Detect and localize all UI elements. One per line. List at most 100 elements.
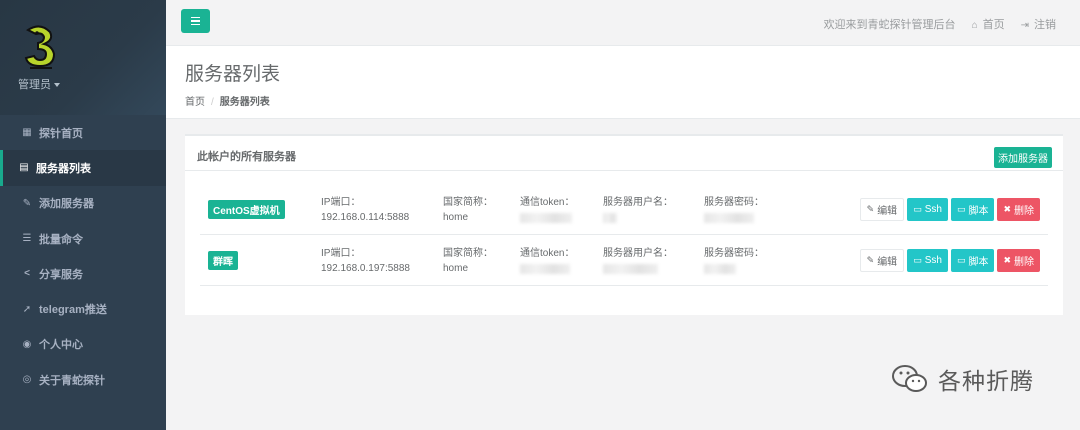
sidebar: 管理员 ▦ 探针首页 ▤ 服务器列表 ✎ 添加服务器 ☰ 批量命令 < 分享服务 ➚ tel…	[0, 0, 166, 430]
page-heading: 服务器列表 首页 / 服务器列表	[166, 46, 1080, 119]
sidebar-item-label: 分享服务	[39, 268, 83, 281]
delete-button[interactable]: ✖ 删除	[997, 249, 1040, 272]
password-value-redacted	[704, 264, 736, 274]
sidebar-item-batch-command[interactable]: ☰ 批量命令	[0, 221, 166, 256]
sidebar-item-label: 关于青蛇探针	[39, 374, 105, 387]
ip-label: IP端口：	[321, 197, 361, 208]
ssh-label: Ssh	[924, 255, 942, 266]
logout-link[interactable]: ⇥ 注销	[1021, 16, 1056, 32]
sidebar-item-probe-home[interactable]: ▦ 探针首页	[0, 115, 166, 150]
sidebar-item-profile[interactable]: ◉ 个人中心	[0, 327, 166, 362]
desktop-icon: ▭	[913, 255, 922, 265]
server-row: CentOS虚拟机 IP端口： 192.168.0.114:5888 国家简称： h…	[200, 184, 1048, 235]
server-row: 群晖 IP端口： 192.168.0.197:5888 国家简称： home 通信t…	[200, 235, 1048, 286]
server-name-badge: 群晖	[208, 251, 238, 270]
home-icon: ⌂	[971, 20, 978, 31]
ip-value: 192.168.0.197:5888	[321, 263, 410, 274]
wechat-icon	[892, 365, 927, 392]
token-cell: 通信token：	[520, 196, 574, 228]
hamburger-line	[191, 20, 200, 22]
delete-label: 删除	[1014, 206, 1034, 217]
script-label: 脚本	[968, 206, 989, 217]
row-actions: ✎ 编辑 ▭ Ssh ▭ 脚本 ✖ 删除	[859, 249, 1040, 272]
token-cell: 通信token：	[520, 247, 574, 279]
sidebar-item-telegram[interactable]: ➚ telegram推送	[0, 291, 166, 326]
panel-title: 此帐户的所有服务器	[197, 151, 296, 163]
token-value-redacted	[520, 213, 572, 223]
sidebar-item-server-list[interactable]: ▤ 服务器列表	[0, 150, 166, 186]
country-cell: 国家简称： home	[443, 196, 493, 225]
username-cell: 服务器用户名：	[603, 196, 673, 228]
pencil-icon: ✎	[866, 255, 875, 265]
password-cell: 服务器密码：	[704, 247, 764, 279]
share-icon: <	[24, 268, 30, 280]
token-label: 通信token：	[520, 248, 575, 259]
menu-toggle-button[interactable]	[181, 9, 210, 33]
watermark: 各种折腾	[890, 362, 1034, 396]
home-link[interactable]: ⌂ 首页	[972, 16, 1005, 32]
username-label: 服务器用户名：	[603, 248, 673, 259]
grid-icon: ▦	[22, 127, 32, 139]
close-icon: ✖	[1003, 204, 1011, 214]
edit-label: 编辑	[877, 257, 898, 268]
edit-button[interactable]: ✎ 编辑	[859, 198, 905, 221]
server-list-panel: 此帐户的所有服务器 添加服务器 CentOS虚拟机 IP端口： 192.168.0…	[185, 134, 1063, 315]
script-button[interactable]: ▭ 脚本	[950, 198, 995, 221]
logout-link-label: 注销	[1034, 19, 1056, 31]
delete-label: 删除	[1014, 257, 1034, 268]
sidebar-item-label: 个人中心	[39, 339, 83, 352]
user-name: 管理员	[18, 79, 51, 91]
breadcrumb-home[interactable]: 首页	[185, 97, 205, 108]
desktop-icon: ▭	[956, 204, 966, 214]
country-value: home	[443, 263, 469, 274]
breadcrumb-separator: /	[211, 97, 214, 108]
hamburger-line	[191, 23, 200, 26]
sidebar-item-label: 批量命令	[39, 233, 83, 246]
ip-label: IP端口：	[321, 248, 361, 259]
page-title: 服务器列表	[185, 64, 281, 85]
token-value-redacted	[520, 264, 570, 274]
ssh-label: Ssh	[924, 204, 942, 215]
snake-logo-icon	[24, 25, 56, 69]
country-label: 国家简称：	[443, 248, 493, 259]
script-label: 脚本	[968, 257, 989, 268]
ip-cell: IP端口： 192.168.0.197:5888	[321, 247, 410, 276]
delete-button[interactable]: ✖ 删除	[997, 198, 1040, 221]
edit-button[interactable]: ✎ 编辑	[859, 249, 905, 272]
ip-cell: IP端口： 192.168.0.114:5888	[321, 196, 409, 225]
username-value-redacted	[603, 213, 617, 223]
ssh-button[interactable]: ▭ Ssh	[907, 198, 948, 221]
sidebar-item-add-server[interactable]: ✎ 添加服务器	[0, 186, 166, 221]
divider	[185, 170, 1063, 171]
country-cell: 国家简称： home	[443, 247, 493, 276]
sidebar-item-share-service[interactable]: < 分享服务	[0, 256, 166, 291]
breadcrumb-current: 服务器列表	[219, 97, 270, 108]
desktop-icon: ▭	[913, 204, 922, 214]
top-right-links: 欢迎来到青蛇探针管理后台 ⌂ 首页 ⇥ 注销	[824, 16, 1056, 32]
add-server-button[interactable]: 添加服务器	[994, 147, 1052, 168]
sidebar-item-label: 探针首页	[39, 127, 83, 140]
home-link-label: 首页	[982, 19, 1005, 31]
ssh-button[interactable]: ▭ Ssh	[907, 249, 948, 272]
server-name-badge: CentOS虚拟机	[208, 200, 285, 219]
top-navbar: 欢迎来到青蛇探针管理后台 ⌂ 首页 ⇥ 注销	[166, 0, 1080, 46]
user-menu[interactable]: 管理员	[18, 76, 60, 92]
edit-label: 编辑	[877, 206, 898, 217]
script-button[interactable]: ▭ 脚本	[950, 249, 995, 272]
edit-icon: ✎	[22, 197, 32, 209]
sidebar-item-about[interactable]: ◎ 关于青蛇探针	[0, 362, 166, 397]
token-label: 通信token：	[520, 197, 575, 208]
password-label: 服务器密码：	[704, 197, 764, 208]
send-icon: ➚	[22, 303, 32, 315]
sidebar-item-label: 添加服务器	[39, 198, 94, 211]
sidebar-profile: 管理员	[0, 0, 166, 115]
sign-out-icon: ⇥	[1020, 20, 1029, 31]
username-cell: 服务器用户名：	[603, 247, 673, 279]
sidebar-item-label: telegram推送	[39, 304, 107, 317]
username-value-redacted	[603, 264, 658, 274]
hamburger-icon	[191, 16, 200, 19]
list-icon: ☰	[22, 233, 32, 245]
breadcrumb: 首页 / 服务器列表	[185, 93, 1080, 108]
caret-down-icon	[54, 83, 60, 88]
welcome-text: 欢迎来到青蛇探针管理后台	[823, 19, 956, 31]
